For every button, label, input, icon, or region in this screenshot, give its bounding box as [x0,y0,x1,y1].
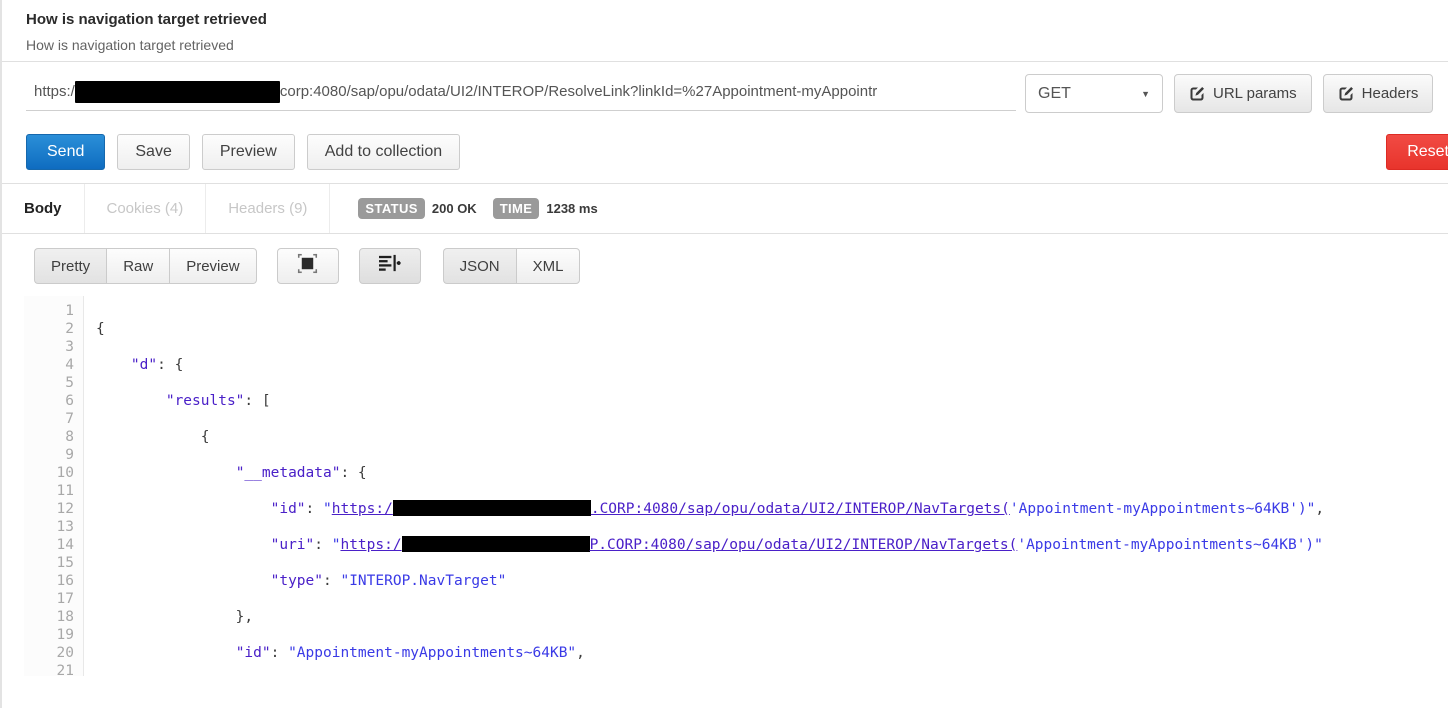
page-subtitle: How is navigation target retrieved [26,37,234,53]
reset-button[interactable]: Reset [1386,134,1448,170]
url-params-button[interactable]: URL params [1174,74,1312,113]
line-number: 6 [65,393,74,409]
http-method-select[interactable]: GET ▼ [1025,74,1163,113]
line-number: 21 [56,663,74,676]
status-badge: STATUS [358,198,425,219]
status-value: 200 OK [431,201,477,216]
tab-cookies[interactable]: Cookies (4) [85,184,207,233]
url-suffix: corp:4080/sap/opu/odata/UI2/INTEROP/Reso… [279,83,878,100]
line-number: 3 [65,339,74,355]
line-number: 10 [56,465,74,481]
edit-square-icon [1189,86,1205,102]
language-xml[interactable]: XML [515,248,581,284]
line-number: 17 [56,591,74,607]
line-number-gutter: 1 2 3 4 5 6 7 8 9 10 11 12 13 14 15 16 17 18 19 20 21 [24,296,84,676]
fullscreen-button[interactable] [276,248,339,284]
line-number: 15 [56,555,74,571]
url-redacted-block [74,81,280,104]
page-title: How is navigation target retrieved [26,11,267,28]
language-json[interactable]: JSON [442,248,516,284]
fullscreen-icon [297,253,318,279]
headers-button[interactable]: Headers [1322,74,1434,113]
http-method-value: GET [1038,84,1071,102]
format-toolbar: Pretty Raw Preview JSON XML [2,234,1448,296]
line-number: 18 [56,609,74,625]
edit-square-icon [1338,86,1354,102]
line-number: 20 [56,645,74,661]
tab-body[interactable]: Body [2,184,85,233]
url-input-underline [26,110,1016,111]
url-prefix: https:/ [34,83,75,100]
request-bar: https:/ corp:4080/sap/opu/odata/UI2/INTER… [2,62,1448,124]
headers-label: Headers [1361,85,1419,102]
line-number: 5 [65,375,74,391]
line-number: 2 [65,321,74,337]
word-wrap-button[interactable] [358,248,421,284]
page-header: How is navigation target retrieved How i… [2,0,1448,62]
send-button[interactable]: Send [26,134,106,170]
url-params-label: URL params [1213,85,1297,102]
url-input[interactable]: https:/ corp:4080/sap/opu/odata/UI2/INTER… [26,74,1016,111]
line-number: 1 [65,303,74,319]
response-tabs: Body Cookies (4) Headers (9) STATUS 200 … [2,184,1448,234]
line-number: 13 [56,519,74,535]
response-status-group: STATUS 200 OK TIME 1238 ms [330,184,606,233]
time-badge: TIME [492,198,540,219]
tab-headers[interactable]: Headers (9) [206,184,331,233]
line-number: 7 [65,411,74,427]
response-body-code[interactable]: { "d": { "results": [ { "__metadata": { … [85,296,1448,676]
line-number: 9 [65,447,74,463]
line-number: 14 [56,537,74,553]
time-value: 1238 ms [546,201,598,216]
line-number: 11 [56,483,74,499]
response-body-viewer[interactable]: 1 2 3 4 5 6 7 8 9 10 11 12 13 14 15 16 17 18 19 20 21 { "d":… [24,296,1448,676]
line-number: 4 [65,357,74,373]
view-mode-group: Pretty Raw Preview [34,248,257,284]
api-client-window: How is navigation target retrieved How i… [0,0,1448,708]
action-bar: Send Save Preview Add to collection Rese… [2,124,1448,184]
language-group: JSON XML [442,248,581,284]
view-mode-raw[interactable]: Raw [106,248,170,284]
line-number: 12 [56,501,74,517]
word-wrap-icon [378,253,401,279]
line-number: 16 [56,573,74,589]
preview-button[interactable]: Preview [201,134,295,170]
line-number: 8 [65,429,74,445]
view-mode-pretty[interactable]: Pretty [34,248,107,284]
chevron-down-icon: ▼ [1141,88,1150,99]
line-number: 19 [56,627,74,643]
save-button[interactable]: Save [117,134,190,170]
add-to-collection-button[interactable]: Add to collection [306,134,461,170]
view-mode-preview[interactable]: Preview [169,248,257,284]
url-input-text: https:/ corp:4080/sap/opu/odata/UI2/INTER… [34,74,1014,110]
